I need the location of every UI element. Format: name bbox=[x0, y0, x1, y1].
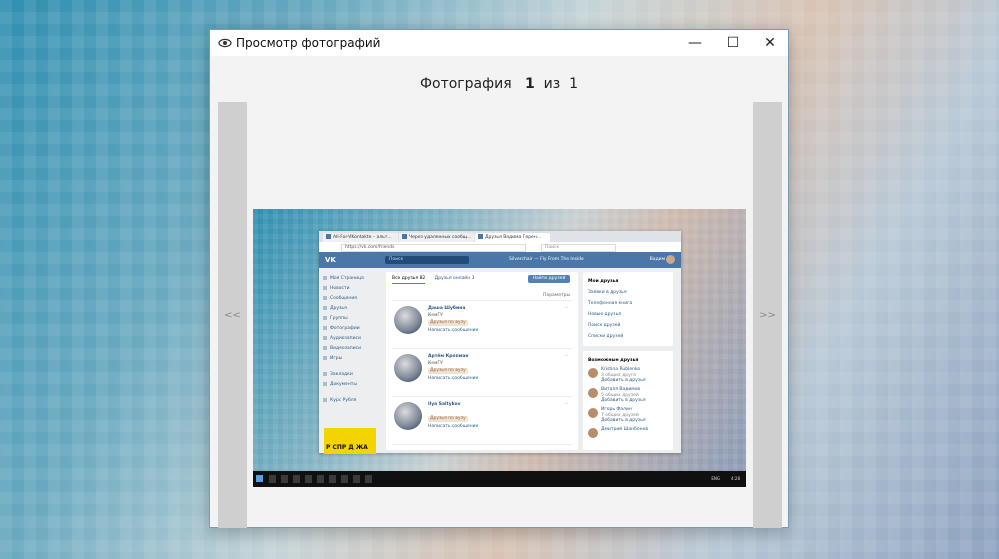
vk-menu-item: Друзья bbox=[323, 304, 381, 314]
vk-friends-menu: Мои друзья Заявки в друзья Телефонная кн… bbox=[583, 272, 673, 346]
vk-menu-item: Группы bbox=[323, 314, 381, 324]
avatar bbox=[394, 306, 422, 334]
list-item: Виталя Вадимов 5 общих друзей Добавить в д… bbox=[588, 386, 668, 406]
vk-content: Моя Страница Новости Сообщения Друзья Гр… bbox=[319, 268, 681, 455]
taskbar-clock: 4:28 bbox=[731, 476, 740, 481]
photo-browser-window: All-For-VKontakte – альт... Через удален… bbox=[319, 231, 681, 455]
list-item: Артём Кропман КемГУ Друзья по вузу Напис… bbox=[392, 352, 572, 397]
vk-menu-item: Документы bbox=[323, 380, 381, 390]
maximize-icon: ☐ bbox=[726, 35, 740, 51]
photo-image: All-For-VKontakte – альт... Через удален… bbox=[253, 209, 746, 487]
avatar bbox=[394, 354, 422, 382]
window-title: Просмотр фотографий bbox=[236, 36, 381, 50]
photo-viewer-window: Просмотр фотографий — ☐ ✕ Фотография 1 и… bbox=[209, 29, 789, 528]
counter-prefix: Фотография bbox=[419, 76, 512, 92]
tab-favicon-icon bbox=[326, 234, 331, 239]
close-icon: ✕ bbox=[764, 35, 776, 51]
vk-search-params: Параметры bbox=[543, 293, 570, 298]
list-item: Даша Шубина КемГУ Друзья по вузу Написат… bbox=[392, 304, 572, 349]
browser-icon bbox=[329, 475, 336, 483]
avatar bbox=[666, 255, 675, 264]
vk-ad-text: Р СПР Д ЖА bbox=[326, 444, 368, 451]
more-icon: ··· bbox=[563, 306, 568, 311]
prev-arrow-icon: << bbox=[224, 309, 241, 321]
vk-menu-item: Игры bbox=[323, 354, 381, 364]
photo-taskbar: ENG 4:28 bbox=[253, 471, 746, 487]
vk-menu-item: Видеозаписи bbox=[323, 344, 381, 354]
prev-photo-button[interactable]: << bbox=[218, 102, 247, 528]
app-icon bbox=[353, 475, 360, 483]
edge-icon bbox=[293, 475, 300, 483]
avatar bbox=[588, 368, 598, 378]
minimize-icon: — bbox=[688, 35, 702, 51]
vk-search: Поиск bbox=[385, 256, 469, 264]
vk-friends-panel: Все друзья 82 Друзья онлайн 3 Найти друз… bbox=[386, 272, 578, 450]
list-item: Ilya Saltykov Друзья по вузу Написать со… bbox=[392, 400, 572, 445]
vk-menu-item: Закладки bbox=[323, 370, 381, 380]
photo-url: https://vk.com/friends bbox=[341, 244, 526, 252]
next-arrow-icon: >> bbox=[759, 309, 776, 321]
vk-menu-item: Курс Рубля bbox=[323, 396, 381, 406]
task-view-icon bbox=[281, 475, 288, 483]
vk-friends-search: Параметры bbox=[392, 292, 572, 301]
vk-user-name: Вадим bbox=[649, 257, 665, 262]
photo-tab: Через удаленных сообщ... bbox=[399, 233, 474, 242]
photo-tab-active: Друзья Вадима Герен... bbox=[475, 233, 550, 242]
vk-find-friends-button: Найти друзей bbox=[528, 275, 570, 283]
title-bar[interactable]: Просмотр фотографий — ☐ ✕ bbox=[210, 30, 788, 56]
vk-friends-tabs: Все друзья 82 Друзья онлайн 3 bbox=[392, 276, 482, 284]
app-icon bbox=[341, 475, 348, 483]
vk-menu-item: Фотографии bbox=[323, 324, 381, 334]
avatar bbox=[588, 388, 598, 398]
more-icon: ··· bbox=[563, 402, 568, 407]
search-icon bbox=[269, 475, 276, 483]
vk-menu-item: Сообщения bbox=[323, 294, 381, 304]
windows-start-icon bbox=[256, 475, 263, 482]
tab-favicon-icon bbox=[402, 234, 407, 239]
vk-left-menu: Моя Страница Новости Сообщения Друзья Гр… bbox=[323, 274, 381, 406]
counter-separator: из bbox=[543, 76, 561, 92]
avatar bbox=[394, 402, 422, 430]
maximize-button[interactable]: ☐ bbox=[714, 30, 752, 56]
list-item: Kristina Rublenko 3 общих друга Добавить в… bbox=[588, 366, 668, 386]
vk-ad-banner: Р СПР Д ЖА bbox=[324, 428, 376, 454]
eye-icon bbox=[218, 38, 232, 48]
folder-icon bbox=[305, 475, 312, 483]
vk-menu-item: Аудиозаписи bbox=[323, 334, 381, 344]
counter-current: 1 bbox=[524, 76, 535, 92]
avatar bbox=[588, 408, 598, 418]
vk-possible-friends: Возможные друзья Kristina Rublenko 3 общи… bbox=[583, 351, 673, 450]
more-icon: ··· bbox=[563, 354, 568, 359]
photo-tab-bar: All-For-VKontakte – альт... Через удален… bbox=[319, 231, 681, 242]
vk-player: Silverchair — Fly From The Inside bbox=[509, 257, 584, 262]
tab-favicon-icon bbox=[478, 234, 483, 239]
taskbar-language: ENG bbox=[711, 476, 720, 481]
next-photo-button[interactable]: >> bbox=[753, 102, 782, 528]
store-icon bbox=[317, 475, 324, 483]
vk-header: VK Поиск Silverchair — Fly From The Insi… bbox=[319, 252, 681, 268]
photo-counter: Фотография 1 из 1 bbox=[210, 76, 788, 92]
photo-tab: All-For-VKontakte – альт... bbox=[323, 233, 398, 242]
avatar bbox=[588, 428, 598, 438]
photo-browser-search: Поиск bbox=[541, 244, 616, 252]
vk-menu-item: Моя Страница bbox=[323, 274, 381, 284]
minimize-button[interactable]: — bbox=[676, 30, 714, 56]
close-button[interactable]: ✕ bbox=[751, 30, 789, 56]
vk-logo: VK bbox=[325, 256, 336, 264]
list-item: Игорь Фалин 7 общих друзей Добавить в друз… bbox=[588, 406, 668, 426]
vk-tab-online-friends: Друзья онлайн 3 bbox=[434, 276, 475, 281]
list-item: Дмитрий Шанбонов bbox=[588, 426, 668, 446]
vk-right-column: Мои друзья Заявки в друзья Телефонная кн… bbox=[583, 272, 673, 455]
counter-total: 1 bbox=[569, 76, 579, 92]
vk-menu-item: Новости bbox=[323, 284, 381, 294]
vk-tab-all-friends: Все друзья 82 bbox=[392, 276, 426, 284]
app-icon bbox=[365, 475, 372, 483]
